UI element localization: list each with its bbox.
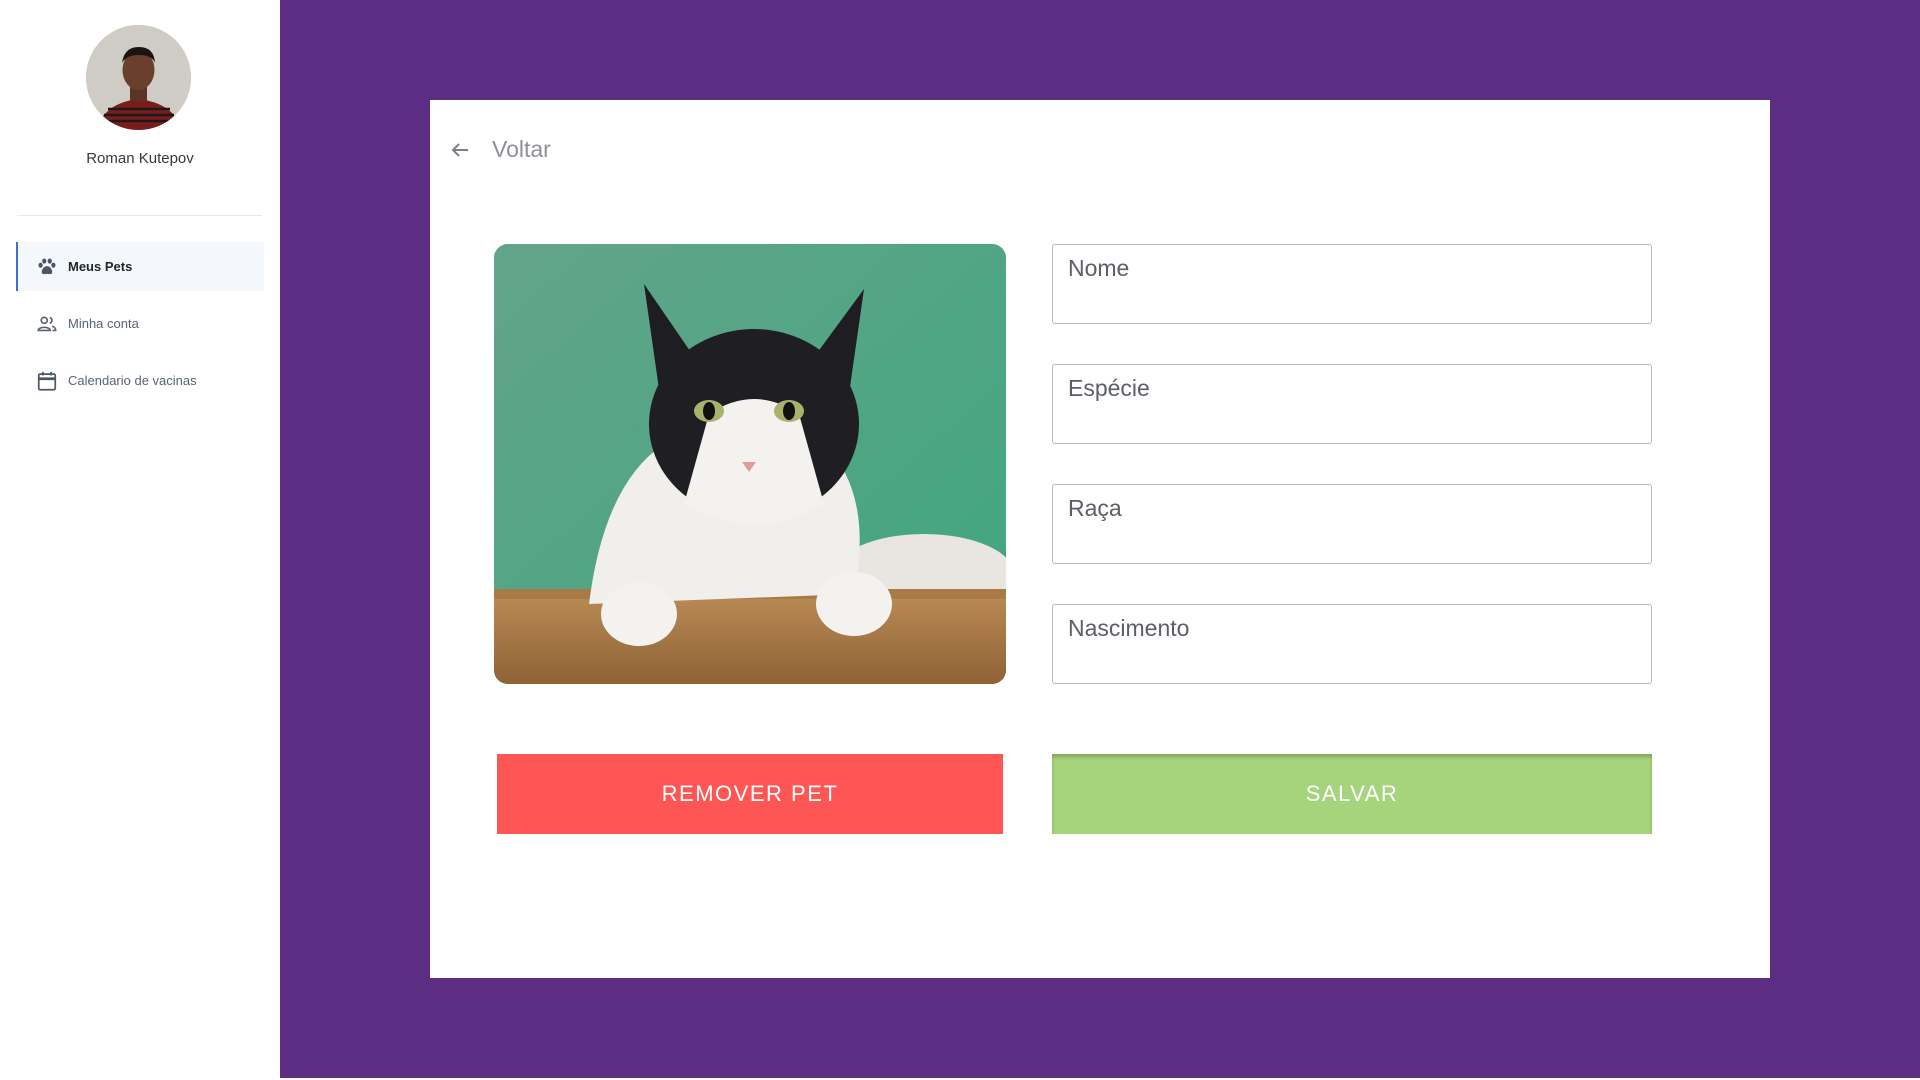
sidebar: Roman Kutepov Meus Pets Minha conta Cale… xyxy=(0,0,280,1080)
avatar[interactable] xyxy=(86,25,191,130)
birth-field[interactable] xyxy=(1052,604,1652,684)
user-name: Roman Kutepov xyxy=(86,150,194,167)
people-icon xyxy=(36,313,58,335)
back-button[interactable]: Voltar xyxy=(448,136,551,163)
sidebar-item-label: Calendario de vacinas xyxy=(68,373,197,388)
remove-pet-button[interactable]: REMOVER PET xyxy=(497,754,1003,834)
breed-input[interactable] xyxy=(1053,485,1651,563)
arrow-left-icon xyxy=(451,142,468,157)
cat-image xyxy=(494,244,1006,684)
sidebar-divider xyxy=(17,215,262,216)
pet-photo[interactable] xyxy=(494,244,1006,684)
avatar-photo xyxy=(86,25,191,130)
pet-edit-card: Voltar Nome Espécie Raça Nascimento REMO… xyxy=(430,100,1770,978)
sidebar-item-minha-conta[interactable]: Minha conta xyxy=(16,299,264,348)
name-field[interactable] xyxy=(1052,244,1652,324)
paw-icon xyxy=(36,256,58,278)
sidebar-item-label: Meus Pets xyxy=(68,259,133,274)
back-label: Voltar xyxy=(492,136,551,162)
sidebar-item-calendario[interactable]: Calendario de vacinas xyxy=(16,356,264,405)
name-input[interactable] xyxy=(1053,245,1651,323)
breed-field[interactable] xyxy=(1052,484,1652,564)
app: Roman Kutepov Meus Pets Minha conta Cale… xyxy=(0,0,1920,1080)
sidebar-item-label: Minha conta xyxy=(68,316,139,331)
birth-input[interactable] xyxy=(1053,605,1651,683)
species-field[interactable] xyxy=(1052,364,1652,444)
save-button[interactable]: SALVAR xyxy=(1052,754,1652,834)
sidebar-item-meus-pets[interactable]: Meus Pets xyxy=(16,242,264,291)
species-input[interactable] xyxy=(1053,365,1651,443)
calendar-icon xyxy=(36,370,58,392)
sidebar-nav: Meus Pets Minha conta Calendario de vaci… xyxy=(16,242,264,413)
